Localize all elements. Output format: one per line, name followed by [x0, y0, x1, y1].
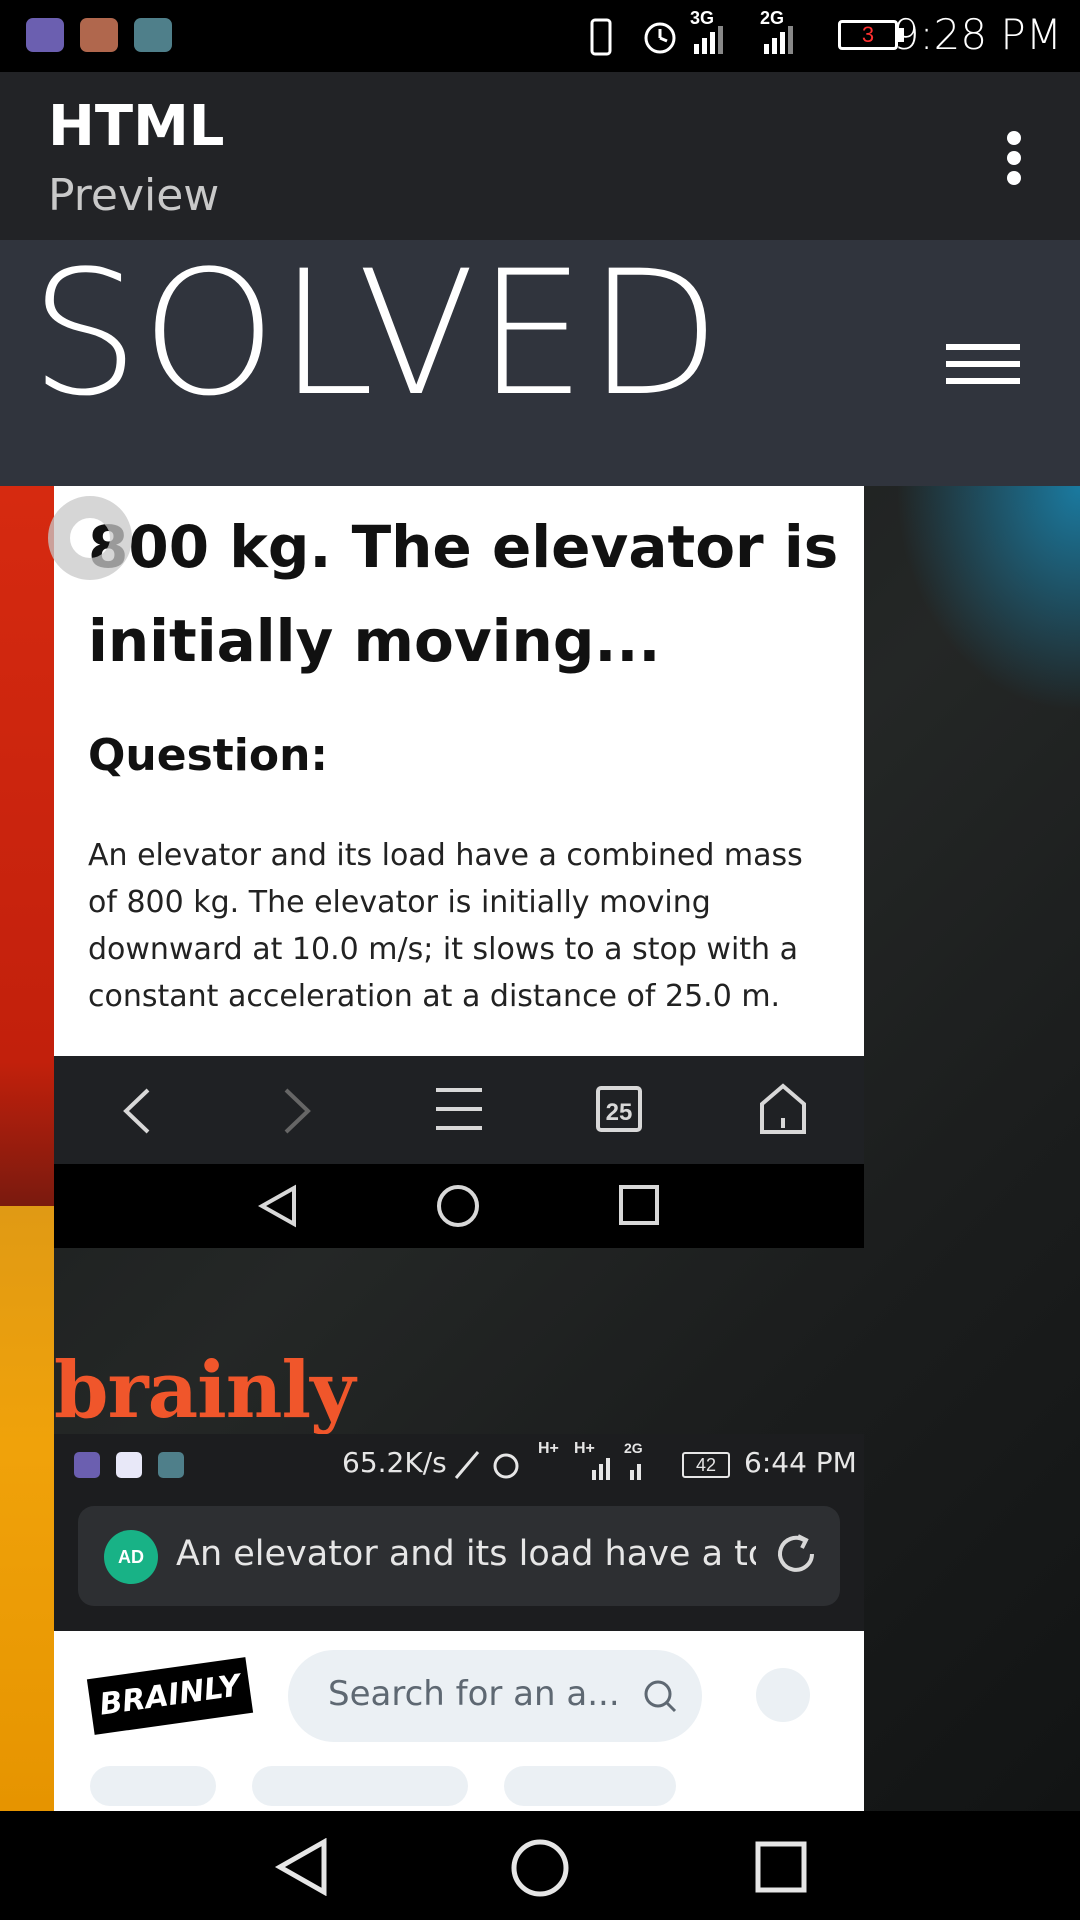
nav-back-icon[interactable]: [274, 1838, 330, 1896]
inner-nav-recents-icon: [619, 1185, 659, 1225]
status-time: 9:28 PM: [892, 10, 1062, 59]
network-type-2: 2G: [760, 8, 785, 28]
gallery-icon: [134, 18, 172, 52]
inner-status-time: 6:44 PM: [744, 1446, 857, 1479]
refresh-icon[interactable]: [772, 1530, 820, 1578]
loading-placeholder-pill: [90, 1766, 216, 1806]
question-text: An elevator and its load have a combined…: [88, 838, 803, 1014]
inner-network-type-1: H+: [538, 1440, 559, 1457]
inner-network-type-2: H+: [574, 1440, 595, 1457]
loading-spinner-icon: [48, 496, 132, 580]
forward-icon[interactable]: [278, 1086, 318, 1136]
inner-network-speed: 65.2K/s: [342, 1446, 447, 1479]
vibrate-icon: [590, 18, 612, 56]
network-type-1: 3G: [690, 8, 715, 28]
background-red-stripe: [0, 486, 54, 1206]
site-title[interactable]: SOLVED: [30, 248, 722, 420]
more-vertical-icon[interactable]: [1000, 128, 1028, 188]
battery-level: 3: [861, 22, 875, 47]
tabs-icon[interactable]: 25: [596, 1086, 642, 1132]
signal-icon: [694, 26, 793, 54]
background-yellow-stripe: [0, 1206, 54, 1811]
inner-notification-icon: [74, 1452, 100, 1478]
inner-gallery-icon: [158, 1452, 184, 1478]
inner-battery-level: 42: [695, 1455, 717, 1475]
ad-shield-icon[interactable]: AD: [104, 1530, 158, 1584]
nav-home-icon[interactable]: [510, 1838, 570, 1898]
loading-placeholder-pill: [252, 1766, 468, 1806]
loading-placeholder-pill: [504, 1766, 676, 1806]
home-icon[interactable]: [758, 1082, 808, 1136]
inner-network-type-3: 2G: [624, 1440, 643, 1456]
inner-nav-home-icon: [437, 1185, 479, 1227]
inner-app-icon: [116, 1452, 142, 1478]
notification-app-icon: [26, 18, 64, 52]
search-icon[interactable]: [640, 1676, 680, 1716]
app-title: HTML: [48, 94, 225, 159]
inner-nav-back-icon: [258, 1184, 296, 1228]
question-label: Question:: [88, 730, 329, 781]
question-heading: 800 kg. The elevator is initially moving…: [88, 513, 839, 675]
clipboard-icon: [80, 18, 118, 52]
inner-url-text[interactable]: An elevator and its load have a total m: [176, 1534, 756, 1574]
menu-icon[interactable]: [434, 1086, 484, 1132]
brainly-wordmark: brainly: [54, 1345, 355, 1436]
hamburger-menu-icon[interactable]: [946, 344, 1020, 384]
search-placeholder: Search for an a...: [328, 1674, 620, 1714]
app-subtitle: Preview: [48, 170, 220, 221]
inner-battery-icon: 42: [682, 1452, 730, 1478]
battery-icon: 3: [838, 20, 898, 50]
avatar[interactable]: [756, 1668, 810, 1722]
back-icon[interactable]: [116, 1086, 156, 1136]
nav-recents-icon[interactable]: [754, 1840, 808, 1894]
